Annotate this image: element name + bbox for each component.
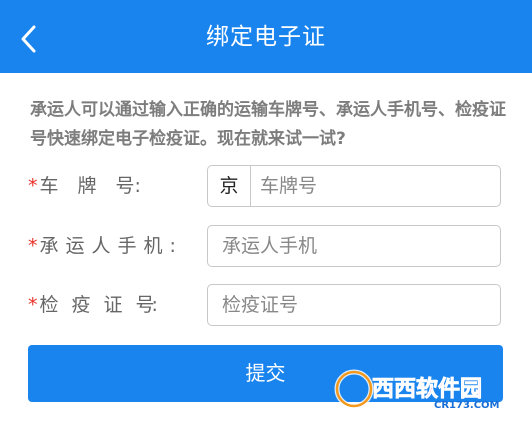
plate-input[interactable]: 京 车牌号 xyxy=(207,165,501,207)
cert-input[interactable]: 检疫证号 xyxy=(207,284,501,326)
plate-label-text: 车 牌 号: xyxy=(39,175,141,197)
cert-label: * 检 疫 证 号: xyxy=(28,292,158,318)
phone-row: * 承运人手机: 承运人手机 xyxy=(0,225,532,267)
plate-label: * 车 牌 号: xyxy=(28,173,141,199)
page-title: 绑定电子证 xyxy=(206,24,326,50)
plate-row: * 车 牌 号: 京 车牌号 xyxy=(0,165,532,207)
site-watermark-logo: 西西软件园 CR173.COM xyxy=(334,369,500,411)
required-mark: * xyxy=(28,235,38,257)
phone-label: * 承运人手机: xyxy=(28,233,183,259)
required-mark: * xyxy=(28,175,38,197)
description-text: 承运人可以通过输入正确的运输车牌号、承运人手机号、检疫证号快速绑定电子检疫证。现… xyxy=(30,100,506,149)
plate-placeholder: 车牌号 xyxy=(260,175,318,197)
phone-input[interactable]: 承运人手机 xyxy=(207,225,501,267)
cert-label-text: 检 疫 证 号: xyxy=(39,294,158,316)
required-mark: * xyxy=(28,294,38,316)
watermark-brand: 西西软件园 xyxy=(372,376,482,402)
watermark-site: CR173.COM xyxy=(434,400,500,411)
cert-placeholder: 检疫证号 xyxy=(222,294,299,316)
province-prefix-select[interactable]: 京 xyxy=(208,166,251,206)
app-header: 绑定电子证 xyxy=(0,0,532,73)
phone-placeholder: 承运人手机 xyxy=(222,235,318,257)
phone-label-text: 承运人手机: xyxy=(39,235,183,257)
cert-row: * 检 疫 证 号: 检疫证号 xyxy=(0,284,532,326)
